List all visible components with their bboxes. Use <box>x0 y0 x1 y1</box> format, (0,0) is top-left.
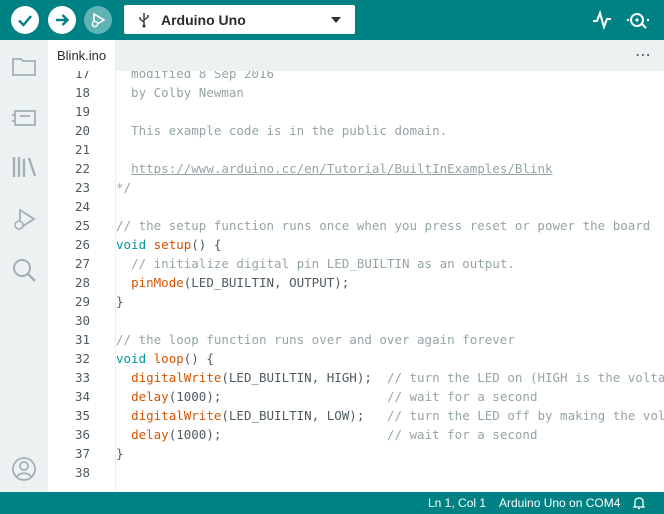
serial-monitor-icon[interactable] <box>626 10 652 30</box>
code-line[interactable]: 24 <box>48 197 664 216</box>
code-text: https://www.arduino.cc/en/Tutorial/Built… <box>131 161 553 176</box>
debug-sidebar-icon[interactable] <box>10 205 38 233</box>
code-line[interactable]: 28 pinMode(LED_BUILTIN, OUTPUT); <box>48 273 664 292</box>
code-text: by Colby Newman <box>116 85 244 100</box>
code-line[interactable]: 19 <box>48 102 664 121</box>
code-text: delay(1000); // wait for a second <box>131 389 538 404</box>
code-line[interactable]: 38 <box>48 463 664 482</box>
line-number: 29 <box>74 294 90 309</box>
code-line[interactable]: 26 void setup() { <box>48 235 664 254</box>
tab-blink-ino[interactable]: Blink.ino <box>48 40 116 71</box>
code-line[interactable]: 30 <box>48 311 664 330</box>
board-port-status[interactable]: Arduino Uno on COM4 <box>499 496 620 510</box>
upload-button[interactable] <box>48 6 76 34</box>
line-number: 30 <box>74 313 90 328</box>
board-selector[interactable]: Arduino Uno <box>124 5 355 34</box>
code-text: // the loop function runs over and over … <box>116 332 515 347</box>
search-icon[interactable] <box>10 256 38 284</box>
status-bar: Ln 1, Col 1 Arduino Uno on COM4 <box>0 492 664 514</box>
more-options-icon[interactable]: ⋯ <box>635 45 652 65</box>
line-number: 33 <box>74 370 90 385</box>
code-line[interactable]: 27 // initialize digital pin LED_BUILTIN… <box>48 254 664 273</box>
line-number: 23 <box>74 180 90 195</box>
code-editor[interactable]: 17 modified 8 Sep 2016 18 by Colby Newman… <box>48 71 664 492</box>
line-number: 25 <box>74 218 90 233</box>
line-number: 38 <box>74 465 90 480</box>
line-number: 37 <box>74 446 90 461</box>
line-number: 27 <box>74 256 90 271</box>
code-line[interactable]: 17 modified 8 Sep 2016 <box>48 71 664 83</box>
line-number: 17 <box>74 71 90 81</box>
upload-icon <box>56 14 70 26</box>
line-number: 18 <box>74 85 90 100</box>
code-text: // the setup function runs once when you… <box>116 218 651 233</box>
line-number: 28 <box>74 275 90 290</box>
code-text: void loop() { <box>116 351 214 366</box>
code-line[interactable]: 32 void loop() { <box>48 349 664 368</box>
usb-icon <box>139 13 149 28</box>
code-text: // initialize digital pin LED_BUILTIN as… <box>131 256 515 271</box>
chevron-down-icon <box>331 17 341 23</box>
cursor-position[interactable]: Ln 1, Col 1 <box>428 496 486 510</box>
code-line[interactable]: 35 digitalWrite(LED_BUILTIN, LOW); // tu… <box>48 406 664 425</box>
line-number: 24 <box>74 199 90 214</box>
toolbar: Arduino Uno <box>0 0 664 40</box>
bell-icon[interactable] <box>633 496 645 510</box>
code-text: modified 8 Sep 2016 <box>116 71 275 81</box>
account-icon[interactable] <box>10 455 38 483</box>
code-line[interactable]: 33 digitalWrite(LED_BUILTIN, HIGH); // t… <box>48 368 664 387</box>
tab-bar: Blink.ino ⋯ <box>48 40 664 71</box>
code-line[interactable]: 29} <box>48 292 664 311</box>
line-number: 36 <box>74 427 90 442</box>
code-line[interactable]: 25 // the setup function runs once when y… <box>48 216 664 235</box>
line-number: 20 <box>74 123 90 138</box>
code-text: } <box>116 446 124 461</box>
code-line[interactable]: 34 delay(1000); // wait for a second <box>48 387 664 406</box>
code-line[interactable]: 37} <box>48 444 664 463</box>
code-text: pinMode(LED_BUILTIN, OUTPUT); <box>131 275 350 290</box>
code-line[interactable]: 36 delay(1000); // wait for a second <box>48 425 664 444</box>
debug-button[interactable] <box>84 6 112 34</box>
tab-label: Blink.ino <box>57 48 107 63</box>
code-line[interactable]: 31 // the loop function runs over and ove… <box>48 330 664 349</box>
code-line[interactable]: 20 This example code is in the public do… <box>48 121 664 140</box>
code-text: digitalWrite(LED_BUILTIN, LOW); // turn … <box>131 408 664 423</box>
code-text: */ <box>116 180 132 195</box>
line-number: 34 <box>74 389 90 404</box>
board-name: Arduino Uno <box>161 12 246 28</box>
code-line[interactable]: 23 */ <box>48 178 664 197</box>
code-line[interactable]: 21 <box>48 140 664 159</box>
verify-button[interactable] <box>11 6 39 34</box>
library-icon[interactable] <box>10 153 38 181</box>
verify-icon <box>18 15 32 27</box>
line-number: 31 <box>74 332 90 347</box>
sidebar <box>0 40 48 492</box>
line-number: 35 <box>74 408 90 423</box>
code-text: This example code is in the public domai… <box>116 123 448 138</box>
line-number: 21 <box>74 142 90 157</box>
board-manager-icon[interactable] <box>10 103 38 131</box>
code-text: delay(1000); // wait for a second <box>131 427 538 442</box>
line-number: 26 <box>74 237 90 252</box>
code-line[interactable]: 18 by Colby Newman <box>48 83 664 102</box>
line-number: 22 <box>74 161 90 176</box>
code-text: digitalWrite(LED_BUILTIN, HIGH); // turn… <box>131 370 664 385</box>
debug-icon <box>91 12 106 28</box>
folder-icon[interactable] <box>10 52 38 80</box>
serial-plotter-icon[interactable] <box>591 10 613 30</box>
code-text: void setup() { <box>116 237 222 252</box>
code-line[interactable]: 22 https://www.arduino.cc/en/Tutorial/Bu… <box>48 159 664 178</box>
line-number: 32 <box>74 351 90 366</box>
line-number: 19 <box>74 104 90 119</box>
code-text: } <box>116 294 124 309</box>
